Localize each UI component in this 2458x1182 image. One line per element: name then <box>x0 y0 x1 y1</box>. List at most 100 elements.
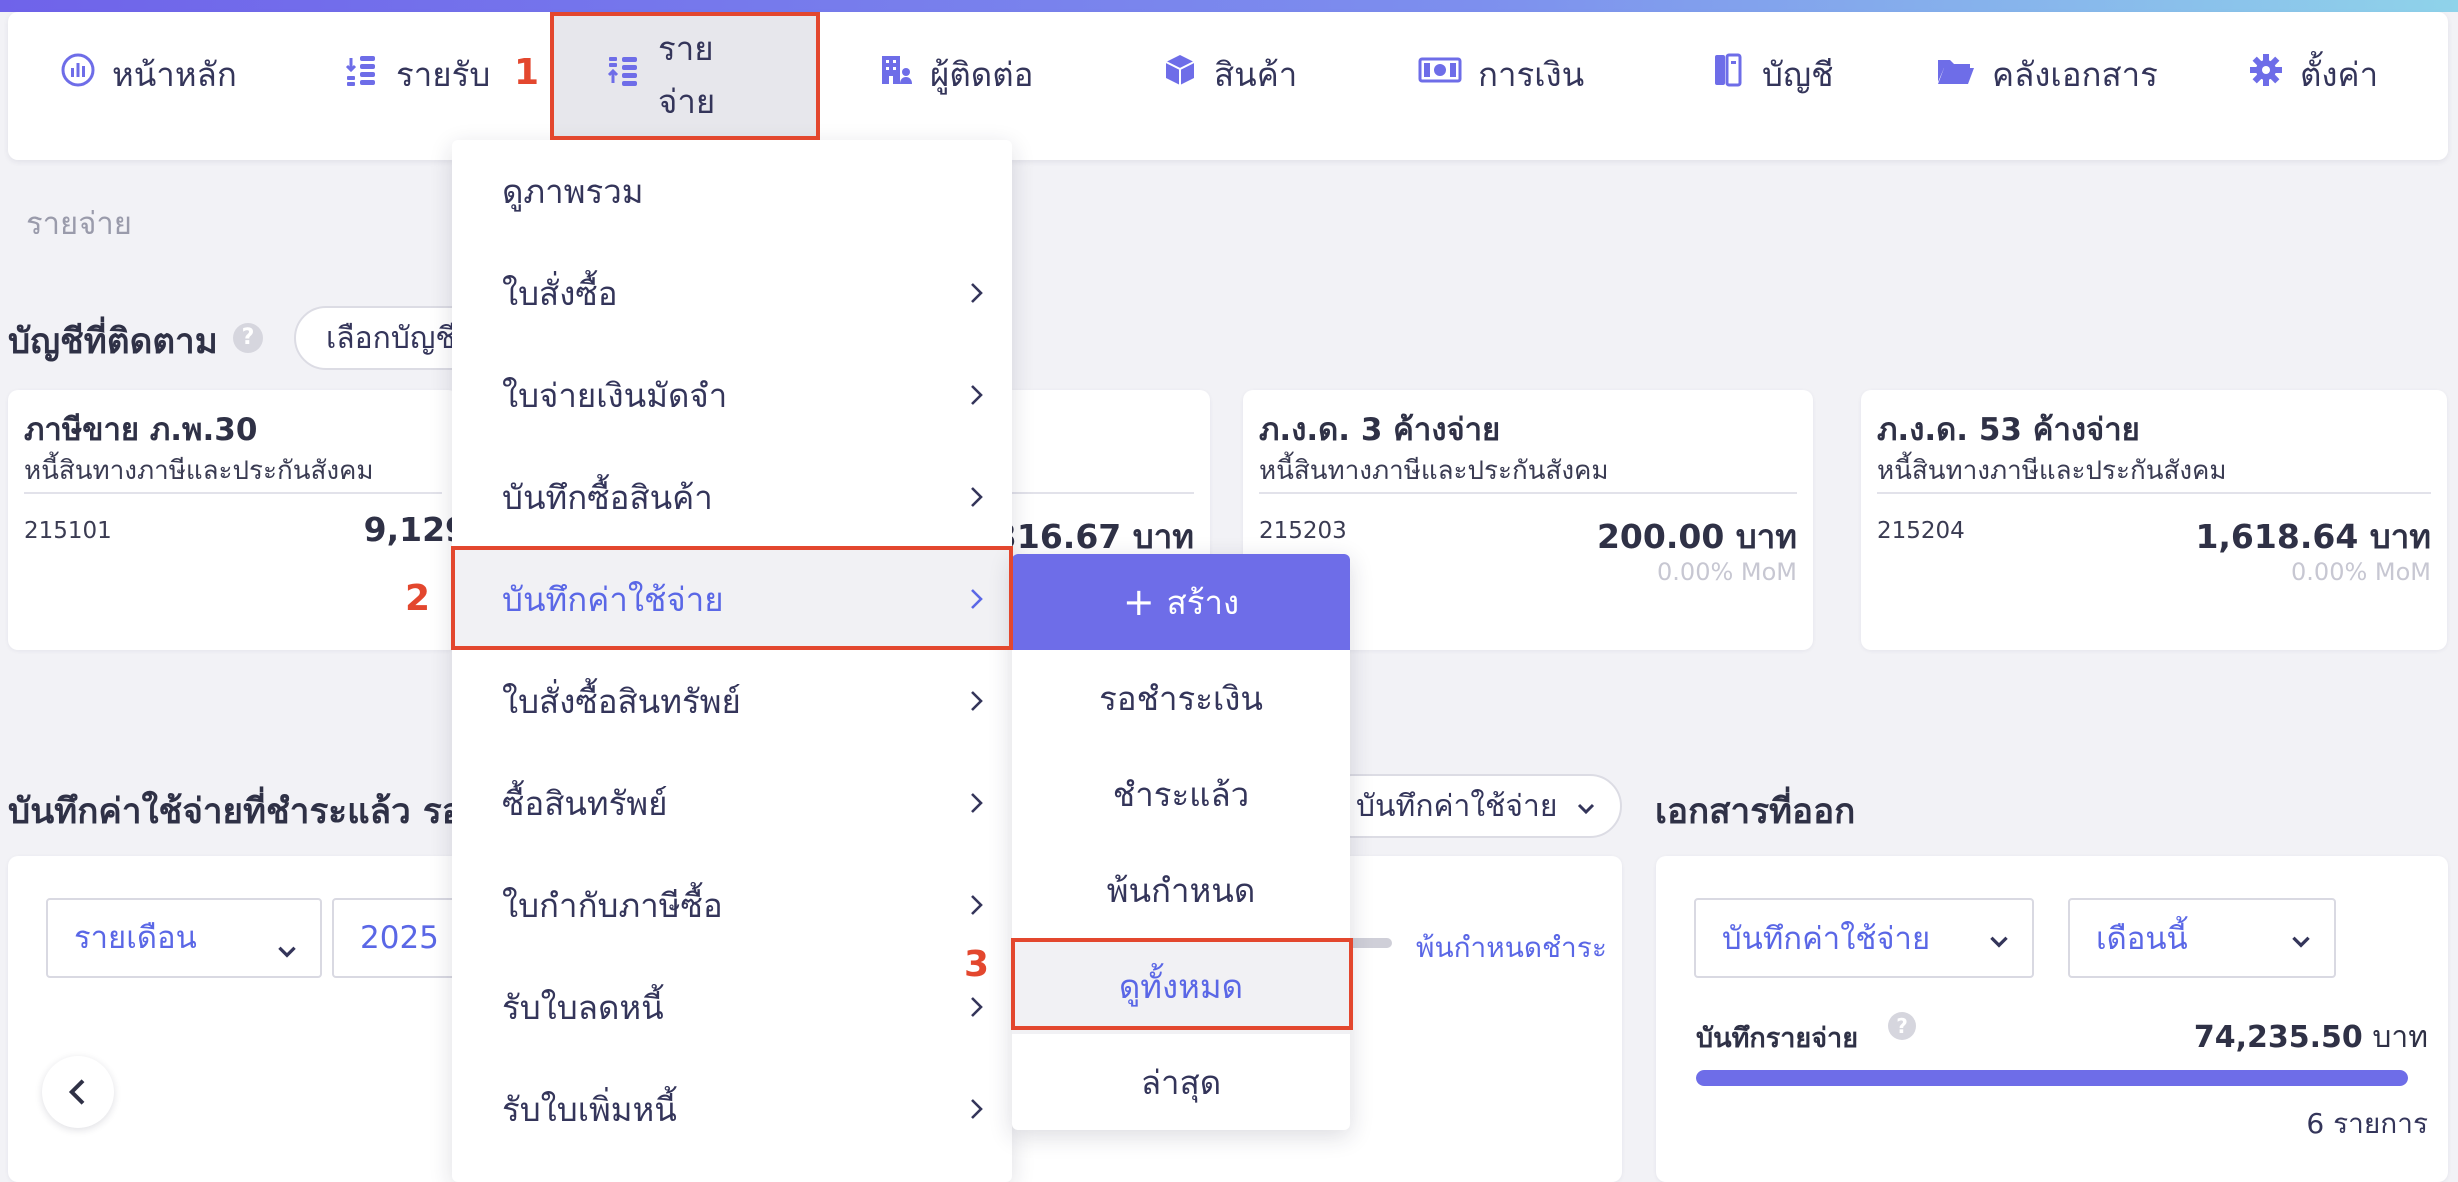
submenu-item-overdue[interactable]: พ้นกำหนด <box>1012 842 1350 938</box>
nav-settings[interactable]: ตั้งค่า <box>2248 0 2378 148</box>
annotation-box-step3 <box>1011 938 1353 1030</box>
nav-accounts-label: บัญชี <box>1762 54 1834 94</box>
chevron-right-icon <box>971 691 983 711</box>
nav-contacts[interactable]: ผู้ติดต่อ <box>878 0 1033 148</box>
chevron-left-icon <box>68 1079 85 1105</box>
annotation-number-1: 1 <box>514 52 540 93</box>
account-card-subtitle: หนี้สินทางภาษีและประกันสังคม <box>1877 456 2227 486</box>
docs-progress-fill <box>1696 1070 2408 1086</box>
help-icon[interactable]: ? <box>233 323 263 353</box>
account-card-pnd53[interactable]: ภ.ง.ด. 53 ค้างจ่าย หนี้สินทางภาษีและประก… <box>1861 390 2447 650</box>
chevron-down-icon <box>1577 803 1595 815</box>
docs-unit: บาท <box>2372 1020 2428 1055</box>
expense-record-submenu: + สร้าง รอชำระเงิน ชำระแล้ว พ้นกำหนด ดูท… <box>1012 554 1350 1130</box>
doc-type-label: บันทึกค่าใช้จ่าย <box>1356 788 1558 824</box>
menu-item-credit-note[interactable]: รับใบลดหนี้ <box>452 956 1012 1058</box>
previous-button[interactable] <box>42 1056 114 1128</box>
menu-item-label: ใบสั่งซื้อ <box>502 273 618 313</box>
nav-income-label: รายรับ <box>396 54 491 94</box>
submenu-item-paid[interactable]: ชำระแล้ว <box>1012 746 1350 842</box>
annotation-box-step1 <box>550 12 820 140</box>
docs-month-dropdown[interactable]: เดือนนี้ <box>2068 898 2336 978</box>
menu-item-deposit-payment[interactable]: ใบจ่ายเงินมัดจำ <box>452 344 1012 446</box>
account-card-title: ภาษีขาย ภ.พ.30 <box>24 412 258 448</box>
card-divider <box>24 492 442 494</box>
nav-finance[interactable]: การเงิน <box>1418 0 1584 148</box>
account-card-title: ภ.ง.ด. 3 ค้างจ่าย <box>1259 412 1501 448</box>
nav-income[interactable]: รายรับ <box>344 0 490 148</box>
nav-documents[interactable]: คลังเอกสาร <box>1936 0 2158 148</box>
chevron-down-icon <box>278 946 296 958</box>
doc-type-dropdown[interactable]: บันทึกค่าใช้จ่าย <box>1320 774 1622 838</box>
account-amount: 1,618.64 บาท <box>2195 517 2431 556</box>
account-code: 215204 <box>1877 518 1965 544</box>
overdue-legend-label[interactable]: พ้นกำหนดชำระ <box>1416 926 1607 970</box>
account-card-vat[interactable]: ภาษีขาย ภ.พ.30 หนี้สินทางภาษีและประกันสั… <box>8 390 458 650</box>
menu-item-purchase-tax-invoice[interactable]: ใบกำกับภาษีซื้อ <box>452 854 1012 956</box>
account-code: 215101 <box>24 518 112 544</box>
income-icon <box>344 52 380 96</box>
menu-item-asset-purchase[interactable]: ซื้อสินทรัพย์ <box>452 752 1012 854</box>
period-dropdown[interactable]: รายเดือน <box>46 898 322 978</box>
menu-item-label: ซื้อสินทรัพย์ <box>502 783 668 823</box>
docs-type-label: บันทึกค่าใช้จ่าย <box>1722 921 1931 957</box>
annotation-box-step2 <box>451 546 1013 650</box>
chart-icon <box>60 52 96 96</box>
card-divider <box>998 492 1194 494</box>
expense-dropdown-menu: ดูภาพรวม ใบสั่งซื้อ ใบจ่ายเงินมัดจำ บันท… <box>452 140 1012 1182</box>
menu-item-debit-note[interactable]: รับใบเพิ่มหนี้ <box>452 1058 1012 1160</box>
nav-settings-label: ตั้งค่า <box>2300 54 2379 94</box>
docs-count: 6 รายการ <box>2306 1107 2428 1140</box>
nav-products[interactable]: สินค้า <box>1162 0 1297 148</box>
menu-item-label: ใบสั่งซื้อสินทรัพย์ <box>502 681 741 721</box>
nav-home[interactable]: หน้าหลัก <box>60 0 237 148</box>
chevron-right-icon <box>971 487 983 507</box>
gear-icon <box>2248 52 2284 96</box>
menu-item-label: รับใบเพิ่มหนี้ <box>502 1089 677 1129</box>
account-amount: 200.00 บาท <box>1596 517 1797 556</box>
breadcrumb: รายจ่าย <box>26 206 132 242</box>
menu-item-asset-purchase-order[interactable]: ใบสั่งซื้อสินทรัพย์ <box>452 650 1012 752</box>
box-icon <box>1162 52 1198 96</box>
create-button[interactable]: + สร้าง <box>1012 554 1350 650</box>
chevron-down-icon <box>2292 936 2310 948</box>
mom-change: 0.00% MoM <box>2291 558 2431 586</box>
chevron-right-icon <box>971 997 983 1017</box>
mom-change: 0.00% MoM <box>1657 558 1797 586</box>
docs-month-label: เดือนนี้ <box>2096 921 2188 957</box>
docs-type-dropdown[interactable]: บันทึกค่าใช้จ่าย <box>1694 898 2034 978</box>
menu-item-label: รับใบลดหนี้ <box>502 987 664 1027</box>
chevron-right-icon <box>971 793 983 813</box>
docs-progress-track <box>1696 1070 2408 1086</box>
nav-finance-label: การเงิน <box>1478 54 1585 94</box>
submenu-item-latest[interactable]: ล่าสุด <box>1012 1034 1350 1130</box>
card-divider <box>1877 492 2431 494</box>
docs-panel: บันทึกค่าใช้จ่าย เดือนนี้ บันทึกรายจ่าย … <box>1656 856 2448 1182</box>
submenu-item-awaiting-payment[interactable]: รอชำระเงิน <box>1012 650 1350 746</box>
plus-icon: + <box>1122 580 1155 624</box>
ledger-icon <box>1710 52 1746 96</box>
folder-icon <box>1936 52 1976 96</box>
account-card-subtitle: หนี้สินทางภาษีและประกันสังคม <box>1259 456 1609 486</box>
nav-accounts[interactable]: บัญชี <box>1710 0 1833 148</box>
docs-amount-row: 74,235.50 บาท <box>2194 1014 2428 1061</box>
chevron-right-icon <box>971 283 983 303</box>
chevron-right-icon <box>971 1099 983 1119</box>
menu-item-purchase-order[interactable]: ใบสั่งซื้อ <box>452 242 1012 344</box>
year-label: 2025 <box>360 920 439 956</box>
annotation-number-3: 3 <box>964 944 990 985</box>
select-account-label: เลือกบัญชี <box>326 320 456 356</box>
account-card-title: ภ.ง.ด. 53 ค้างจ่าย <box>1877 412 2140 448</box>
help-icon[interactable]: ? <box>1888 1012 1916 1040</box>
year-dropdown[interactable]: 2025 <box>332 898 466 978</box>
card-divider <box>1259 492 1797 494</box>
expenses-panel-title: บันทึกค่าใช้จ่ายที่ชำระแล้ว รอชำ <box>8 792 507 832</box>
menu-item-purchase-record[interactable]: บันทึกซื้อสินค้า <box>452 446 1012 548</box>
menu-item-overview[interactable]: ดูภาพรวม <box>452 140 1012 242</box>
chevron-right-icon <box>971 385 983 405</box>
chevron-right-icon <box>971 895 983 915</box>
account-amount: 9,129 <box>363 510 458 549</box>
docs-panel-title: เอกสารที่ออก <box>1655 792 1856 832</box>
watched-accounts-title: บัญชีที่ติดตาม <box>8 322 218 362</box>
chevron-down-icon <box>1990 936 2008 948</box>
